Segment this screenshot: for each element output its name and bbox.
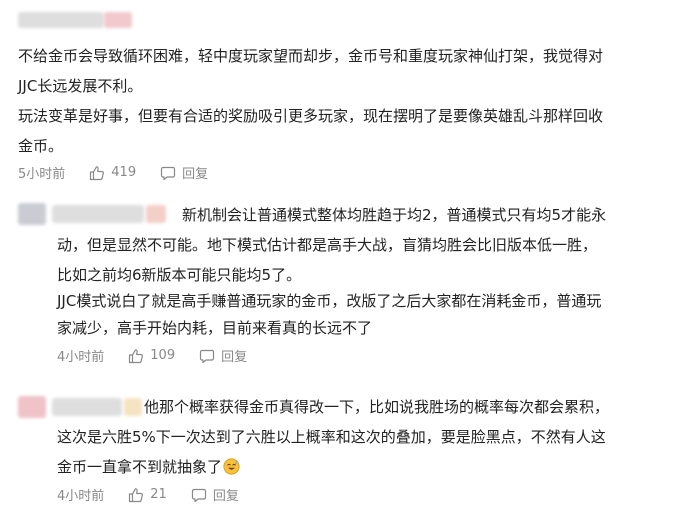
comment-bubble-icon <box>191 488 206 502</box>
user-badge-redacted <box>146 205 166 223</box>
avatar-redacted[interactable] <box>18 203 46 225</box>
reply-label: 回复 <box>212 489 239 504</box>
reply-label: 回复 <box>221 350 248 365</box>
reply-button[interactable]: 回复 <box>160 163 208 182</box>
comment-meta: 4小时前 21 回复 <box>57 485 239 504</box>
comment-text-line: 比如之前均6新版本可能只能均5了。 <box>57 266 302 284</box>
comment-meta: 5小时前 419 回复 <box>18 163 208 182</box>
comment-text-line: 新机制会让普通模式整体均胜趋于均2，普通模式只有均5才能永 <box>182 206 607 224</box>
username-redacted[interactable] <box>52 398 122 416</box>
comment-text-line: 家减少，高手开始内耗，目前来看真的长远不了 <box>57 319 373 337</box>
like-count: 419 <box>111 165 137 180</box>
comment-text-span: 金币一直拿不到就抽象了 <box>57 458 223 476</box>
comment-text-line: 金币一直拿不到就抽象了 <box>57 455 240 479</box>
comment-bubble-icon <box>161 166 176 180</box>
comment-text-line: 他那个概率获得金币真得改一下，比如说我胜场的概率每次都会累积， <box>144 398 610 416</box>
comment-meta: 4小时前 109 回复 <box>57 346 247 365</box>
comment-text-line: 金币。 <box>18 137 64 155</box>
sweat-smile-emoji-icon <box>223 458 240 475</box>
thumbs-up-icon <box>129 487 144 502</box>
user-badge-redacted <box>124 398 142 416</box>
comment-text-line: JJC模式说白了就是高手赚普通玩家的金币，改版了之后大家都在消耗金币，普通玩 <box>57 292 602 310</box>
like-button[interactable]: 419 <box>89 165 136 181</box>
username-redacted[interactable] <box>52 205 144 223</box>
avatar-redacted[interactable] <box>18 396 46 418</box>
comment-text-line: 动，但是显然不可能。地下模式估计都是高手大战，盲猜均胜会比旧版本低一胜， <box>57 236 598 254</box>
thumbs-up-icon <box>90 165 105 180</box>
timestamp: 5小时前 <box>18 167 66 182</box>
thumbs-up-icon <box>129 348 144 363</box>
comment-text-line: 玩法变革是好事，但要有合适的奖励吸引更多玩家，现在摆明了是要像英雄乱斗那样回收 <box>18 107 604 125</box>
username-redacted[interactable] <box>18 12 104 28</box>
comment-text-line: 不给金币会导致循环困难，轻中度玩家望而却步，金币号和重度玩家神仙打架，我觉得对 <box>18 47 604 65</box>
comment-text-line: JJC长远发展不利。 <box>18 77 143 95</box>
reply-button[interactable]: 回复 <box>199 346 247 365</box>
like-button[interactable]: 109 <box>128 348 175 364</box>
like-count: 109 <box>150 348 176 363</box>
reply-label: 回复 <box>182 167 209 182</box>
timestamp: 4小时前 <box>57 489 105 504</box>
comment-bubble-icon <box>200 349 215 363</box>
avatar-redacted[interactable] <box>104 12 132 28</box>
reply-button[interactable]: 回复 <box>191 485 239 504</box>
timestamp: 4小时前 <box>57 350 105 365</box>
like-count: 21 <box>150 487 167 502</box>
like-button[interactable]: 21 <box>128 487 167 503</box>
comment-text-line: 这次是六胜5%下一次达到了六胜以上概率和这次的叠加，要是脸黑点，不然有人这 <box>57 428 606 446</box>
